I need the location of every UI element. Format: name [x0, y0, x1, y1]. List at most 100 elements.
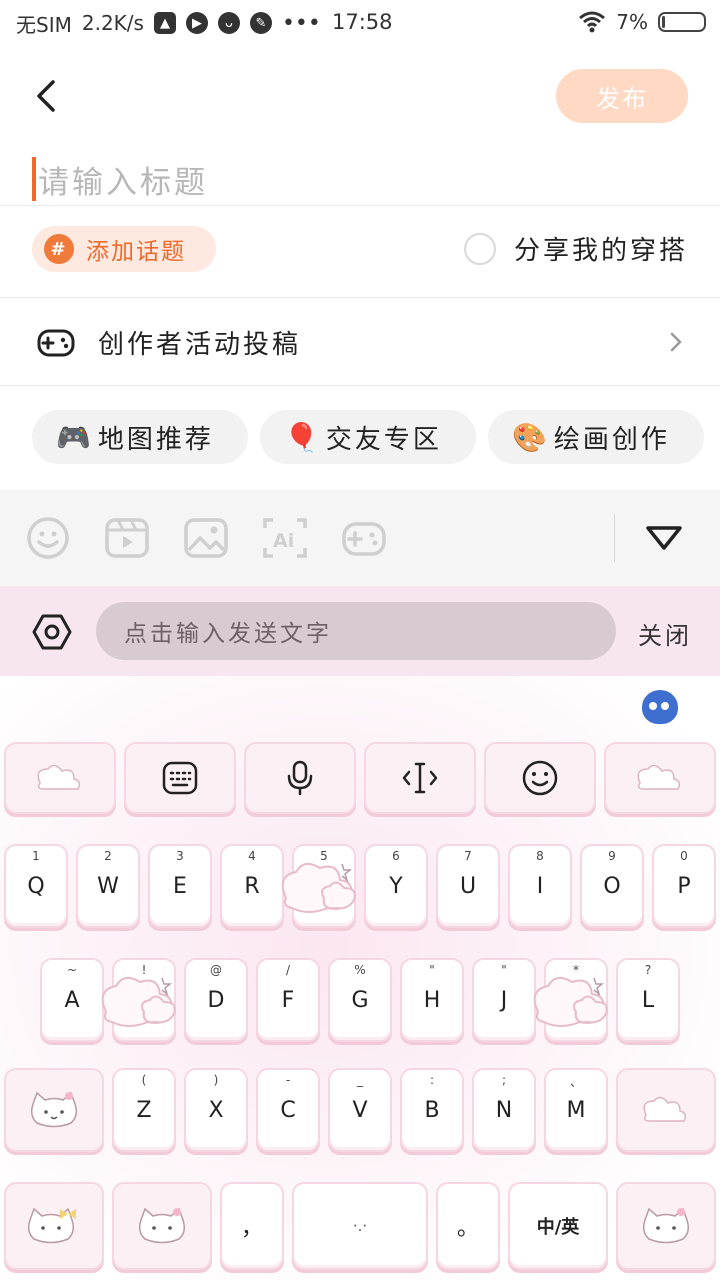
key-label: R	[244, 873, 260, 899]
tag-map-recommend[interactable]: 🎮 地图推荐	[32, 410, 248, 464]
key-x[interactable]: ) X	[184, 1068, 248, 1152]
key-label: C	[280, 1097, 296, 1123]
key-d[interactable]: @ D	[184, 958, 248, 1042]
key-f[interactable]: / F	[256, 958, 320, 1042]
share-outfit-radio[interactable]	[463, 232, 496, 265]
gamepad-tool-icon[interactable]	[341, 516, 387, 560]
emoji-icon[interactable]	[25, 516, 71, 560]
key-m[interactable]: 、 M	[544, 1068, 608, 1152]
cat-bow-icon	[27, 1207, 76, 1244]
divider	[0, 297, 720, 298]
collapse-triangle-icon[interactable]	[644, 520, 684, 556]
key-label: B	[424, 1097, 440, 1123]
key-sub-label: /	[285, 963, 291, 977]
share-outfit-option[interactable]: 分享我的穿搭	[463, 230, 688, 267]
key-b[interactable]: :B	[400, 1068, 464, 1152]
cursor-move-key[interactable]	[364, 742, 476, 814]
hash-icon: #	[44, 234, 74, 264]
comma-key[interactable]: ，	[220, 1182, 284, 1270]
back-arrow-icon	[37, 80, 55, 112]
image-icon[interactable]	[183, 516, 229, 560]
key-label: F	[281, 987, 295, 1013]
key-sub-label: 6	[392, 849, 400, 863]
key-s[interactable]: !S	[112, 958, 176, 1042]
number-key[interactable]	[112, 1182, 212, 1270]
ai-icon[interactable]: Ai	[262, 516, 308, 560]
ime-send-text-input[interactable]: 点击输入发送文字	[96, 602, 616, 660]
space-face-label: ·.·	[352, 1217, 368, 1235]
voice-input-key[interactable]	[244, 742, 356, 814]
key-sub-label: :	[429, 1073, 435, 1087]
key-t[interactable]: 5T	[292, 844, 356, 928]
enter-key[interactable]	[616, 1182, 716, 1270]
key-y[interactable]: 6Y	[364, 844, 428, 928]
key-u[interactable]: 7U	[436, 844, 500, 928]
heart-cloud-icon	[37, 764, 81, 790]
tag-drawing-creation[interactable]: 🎨 绘画创作	[488, 410, 704, 464]
key-sub-label: -	[285, 1073, 291, 1087]
key-label: Q	[27, 873, 45, 899]
hexagon-settings-icon[interactable]	[32, 612, 72, 652]
video-icon[interactable]	[104, 516, 150, 560]
key-sub-label: _	[357, 1073, 363, 1087]
title-input[interactable]: 请输入标题	[32, 156, 692, 202]
tag-friends-zone[interactable]: 🎈 交友专区	[260, 410, 476, 464]
divider	[0, 385, 720, 386]
publish-button[interactable]: 发布	[556, 69, 688, 123]
more-dots-icon: •••	[281, 10, 321, 36]
key-label: L	[641, 987, 655, 1013]
add-topic-button[interactable]: # 添加话题	[32, 226, 216, 272]
language-switch-key[interactable]: 中/英	[508, 1182, 608, 1270]
creator-activity-row[interactable]: 创作者活动投稿	[0, 300, 720, 384]
key-sub-label: 3	[176, 849, 184, 863]
ime-close-button[interactable]: 关闭	[638, 616, 692, 651]
clock: 17:58	[332, 10, 393, 34]
key-v[interactable]: _ V	[328, 1068, 392, 1152]
key-c[interactable]: -C	[256, 1068, 320, 1152]
key-k[interactable]: *K	[544, 958, 608, 1042]
bird-mascot-icon[interactable]	[642, 690, 678, 724]
shift-key[interactable]	[4, 1068, 104, 1152]
palette-icon: 🎨	[512, 420, 550, 454]
key-e[interactable]: 3E	[148, 844, 212, 928]
keyboard-switch-key[interactable]	[124, 742, 236, 814]
back-button[interactable]	[26, 74, 66, 118]
key-a[interactable]: ~ A	[40, 958, 104, 1042]
play-icon: ▶	[185, 12, 208, 34]
key-n[interactable]: ; N	[472, 1068, 536, 1152]
heart-decor-key[interactable]	[4, 742, 116, 814]
emoji-key[interactable]	[484, 742, 596, 814]
cat-app-icon: ᴗ	[217, 12, 240, 34]
key-label: W	[97, 873, 119, 899]
heart-decor-key[interactable]	[604, 742, 716, 814]
text-cursor-icon	[402, 762, 438, 794]
space-key[interactable]: ·.·	[292, 1182, 428, 1270]
top-bar: 发布	[0, 60, 720, 132]
key-o[interactable]: 9O	[580, 844, 644, 928]
key-label: V	[352, 1097, 368, 1123]
key-label: 中/英	[536, 1217, 580, 1238]
backspace-key[interactable]	[616, 1068, 716, 1152]
key-i[interactable]: 8I	[508, 844, 572, 928]
key-h[interactable]: " H	[400, 958, 464, 1042]
key-g[interactable]: % G	[328, 958, 392, 1042]
category-tags: 🎮 地图推荐 🎈 交友专区 🎨 绘画创作	[0, 410, 720, 466]
key-l[interactable]: ? L	[616, 958, 680, 1042]
symbols-key[interactable]	[4, 1182, 104, 1270]
key-p[interactable]: 0P	[652, 844, 716, 928]
status-right: 7%	[578, 10, 706, 34]
key-j[interactable]: " J	[472, 958, 536, 1042]
key-w[interactable]: 2W	[76, 844, 140, 928]
key-z[interactable]: (Z	[112, 1068, 176, 1152]
paint-icon: ✎	[249, 12, 272, 34]
key-label: G	[351, 987, 369, 1013]
key-label: O	[603, 873, 621, 899]
period-key[interactable]: 。	[436, 1182, 500, 1270]
carrier-text: 无SIM	[16, 12, 72, 37]
key-sub-label: 4	[248, 849, 256, 863]
key-q[interactable]: 1Q	[4, 844, 68, 928]
key-sub-label: 8	[536, 849, 544, 863]
key-sub-label: @	[210, 963, 222, 977]
key-r[interactable]: 4R	[220, 844, 284, 928]
smiley-icon	[522, 760, 558, 796]
